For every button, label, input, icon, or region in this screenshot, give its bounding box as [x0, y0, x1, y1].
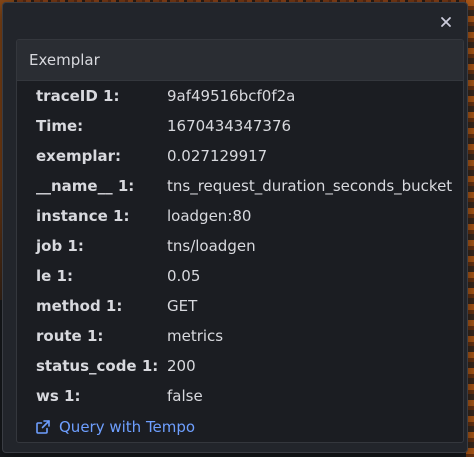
field-row-time: Time: 1670434347376: [17, 111, 463, 141]
field-row-job: job 1: tns/loadgen: [17, 231, 463, 261]
field-row-exemplar: exemplar: 0.027129917: [17, 141, 463, 171]
field-row-ws: ws 1: false: [17, 381, 463, 411]
close-icon: [441, 17, 451, 27]
field-value: 9af49516bcf0f2a: [167, 87, 296, 105]
field-key: traceID 1:: [36, 87, 120, 105]
field-value: 1670434347376: [167, 117, 292, 135]
field-row-instance: instance 1: loadgen:80: [17, 201, 463, 231]
field-value: false: [167, 387, 203, 405]
exemplar-fields: traceID 1: 9af49516bcf0f2a Time: 1670434…: [17, 81, 463, 411]
field-row-traceid: traceID 1: 9af49516bcf0f2a: [17, 81, 463, 111]
field-key: instance 1:: [36, 207, 130, 225]
field-key: method 1:: [36, 297, 123, 315]
field-value: loadgen:80: [167, 207, 252, 225]
field-value: tns_request_duration_seconds_bucket: [167, 177, 453, 195]
field-row-status-code: status_code 1: 200: [17, 351, 463, 381]
exemplar-card-header: Exemplar: [17, 40, 463, 81]
query-with-tempo-label: Query with Tempo: [59, 418, 196, 436]
field-row-route: route 1: metrics: [17, 321, 463, 351]
field-key: ws 1:: [36, 387, 81, 405]
query-with-tempo-link[interactable]: Query with Tempo: [35, 418, 195, 436]
exemplar-title: Exemplar: [29, 51, 100, 69]
field-key: le 1:: [36, 267, 73, 285]
field-value: 200: [167, 357, 196, 375]
field-value: tns/loadgen: [167, 237, 256, 255]
field-key: exemplar:: [36, 147, 122, 165]
close-button[interactable]: [437, 13, 455, 31]
field-value: metrics: [167, 327, 224, 345]
field-row-method: method 1: GET: [17, 291, 463, 321]
field-value: GET: [167, 297, 198, 315]
field-value: 0.05: [167, 267, 201, 285]
exemplar-card: Exemplar traceID 1: 9af49516bcf0f2a Time…: [16, 39, 464, 443]
field-key: Time:: [36, 117, 84, 135]
field-value: 0.027129917: [167, 147, 268, 165]
field-key: job 1:: [36, 237, 84, 255]
field-key: __name__ 1:: [36, 177, 135, 195]
field-key: route 1:: [36, 327, 104, 345]
field-row-le: le 1: 0.05: [17, 261, 463, 291]
exemplar-tooltip: Exemplar traceID 1: 9af49516bcf0f2a Time…: [2, 2, 468, 453]
external-link-icon: [36, 420, 50, 434]
field-row-name: __name__ 1: tns_request_duration_seconds…: [17, 171, 463, 201]
field-key: status_code 1:: [36, 357, 159, 375]
